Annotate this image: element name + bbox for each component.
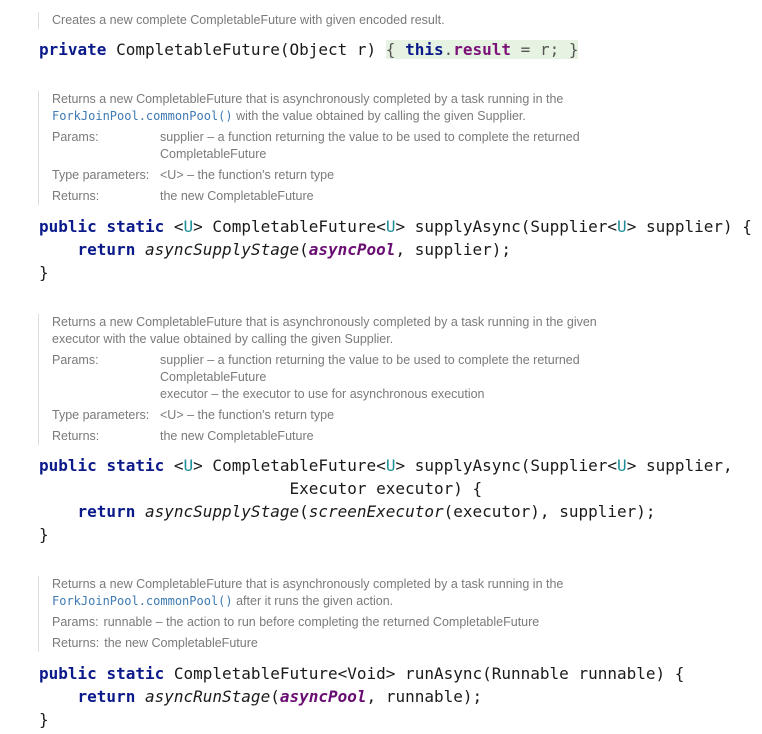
code-constructor[interactable]: private CompletableFuture(Object r) { th… (39, 38, 579, 61)
javadoc-supplyasync-executor: Returns a new CompletableFuture that is … (38, 314, 597, 445)
typeparams-row: Type parameters: <U> – the function's re… (52, 168, 335, 182)
doc-line: Returns a new CompletableFuture that is … (52, 315, 597, 329)
doc-line: Returns a new CompletableFuture that is … (52, 92, 564, 106)
code-supplyasync[interactable]: public static <U> CompletableFuture<U> s… (39, 215, 752, 284)
params-row: Params: runnable – the action to run bef… (52, 615, 540, 629)
assign-expr: = r; (511, 40, 569, 59)
javadoc-constructor: Creates a new complete CompletableFuture… (38, 12, 445, 29)
dot: . (443, 40, 454, 59)
javadoc-runasync: Returns a new CompletableFuture that is … (38, 576, 563, 652)
commonpool-link[interactable]: ForkJoinPool.commonPool() (52, 109, 233, 123)
returns-row: Returns: the new CompletableFuture (52, 189, 314, 203)
javadoc-supplyasync: Returns a new CompletableFuture that is … (38, 91, 580, 205)
code-supplyasync-executor[interactable]: public static <U> CompletableFuture<U> s… (39, 454, 733, 546)
typeparams-row: Type parameters: <U> – the function's re… (52, 408, 335, 422)
doc-line: ForkJoinPool.commonPool() after it runs … (52, 594, 394, 608)
fold-region[interactable]: { this.result = r; } (385, 40, 579, 59)
returns-row: Returns: the new CompletableFuture (52, 636, 258, 650)
doc-line: Returns a new CompletableFuture that is … (52, 577, 564, 591)
field-result: result (453, 40, 512, 59)
fold-brace-close: } (568, 40, 579, 59)
params-row: Params: supplier – a function returning … (52, 353, 580, 401)
fold-brace-open: { (385, 40, 396, 59)
doc-text: Creates a new complete CompletableFuture… (52, 13, 445, 27)
code-runasync[interactable]: public static CompletableFuture<Void> ru… (39, 662, 684, 731)
ctor-signature: CompletableFuture(Object r) (106, 40, 386, 59)
doc-line: executor with the value obtained by call… (52, 332, 394, 346)
kw-this: this (405, 40, 444, 59)
returns-row: Returns: the new CompletableFuture (52, 429, 314, 443)
doc-line: ForkJoinPool.commonPool() with the value… (52, 109, 526, 123)
params-row: Params: supplier – a function returning … (52, 130, 580, 161)
commonpool-link[interactable]: ForkJoinPool.commonPool() (52, 594, 233, 608)
kw-private: private (39, 40, 107, 59)
